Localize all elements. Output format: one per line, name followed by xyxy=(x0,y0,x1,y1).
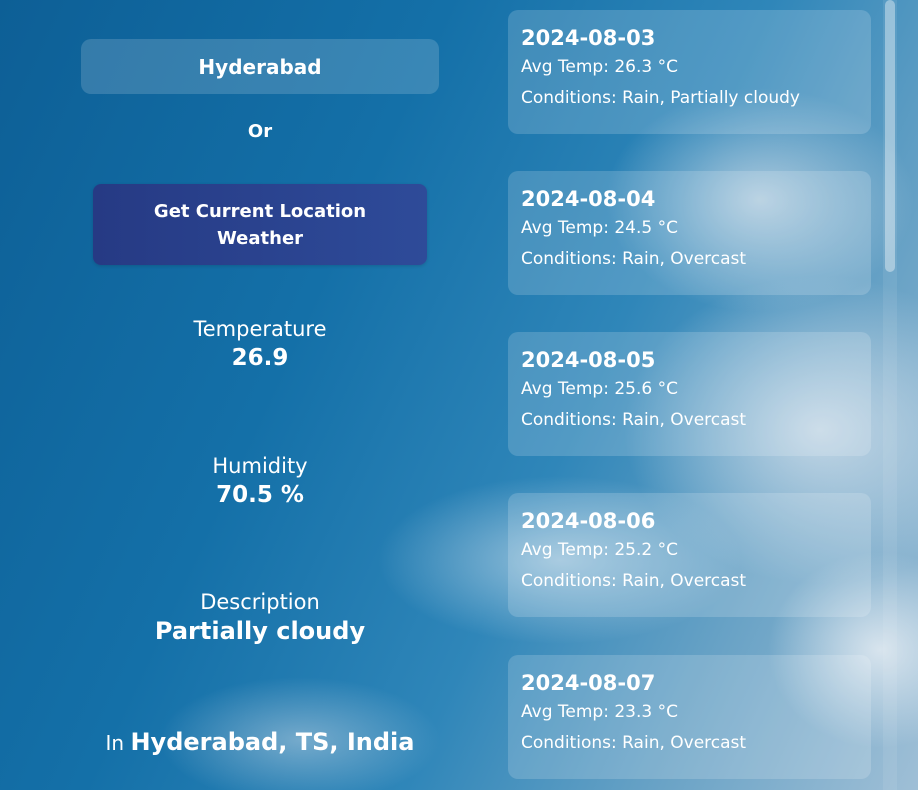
temperature-label: Temperature xyxy=(193,317,327,341)
forecast-avg-temp: Avg Temp: 26.3 °C xyxy=(521,57,678,77)
forecast-avg-temp: Avg Temp: 23.3 °C xyxy=(521,702,678,722)
forecast-conditions: Conditions: Rain, Overcast xyxy=(521,571,747,591)
forecast-avg-temp: Avg Temp: 25.2 °C xyxy=(521,540,678,560)
forecast-avg-temp: Avg Temp: 25.6 °C xyxy=(521,379,678,399)
forecast-card: 2024-08-03 Avg Temp: 26.3 °C Conditions:… xyxy=(508,10,871,134)
scrollbar[interactable] xyxy=(883,0,897,790)
scrollbar-thumb[interactable] xyxy=(885,0,895,272)
current-weather-panel: Hyderabad Or Get Current Location Weathe… xyxy=(0,0,520,790)
forecast-date: 2024-08-04 xyxy=(521,187,656,211)
forecast-conditions: Conditions: Rain, Partially cloudy xyxy=(521,88,800,108)
forecast-card: 2024-08-06 Avg Temp: 25.2 °C Conditions:… xyxy=(508,493,871,617)
location-line: In Hyderabad, TS, India xyxy=(0,724,520,761)
location-name: Hyderabad, TS, India xyxy=(130,728,415,756)
get-current-location-button[interactable]: Get Current Location Weather xyxy=(93,184,427,265)
forecast-conditions: Conditions: Rain, Overcast xyxy=(521,733,747,753)
humidity-value: 70.5 % xyxy=(216,482,304,508)
forecast-conditions: Conditions: Rain, Overcast xyxy=(521,249,747,269)
forecast-date: 2024-08-06 xyxy=(521,509,656,533)
forecast-card: 2024-08-04 Avg Temp: 24.5 °C Conditions:… xyxy=(508,171,871,295)
forecast-date: 2024-08-07 xyxy=(521,671,656,695)
forecast-conditions: Conditions: Rain, Overcast xyxy=(521,410,747,430)
description-block: Description Partially cloudy xyxy=(0,588,520,646)
or-separator: Or xyxy=(247,121,273,142)
humidity-label: Humidity xyxy=(212,454,308,478)
forecast-card: 2024-08-05 Avg Temp: 25.6 °C Conditions:… xyxy=(508,332,871,456)
description-label: Description xyxy=(200,590,320,614)
description-value: Partially cloudy xyxy=(154,617,366,645)
humidity-block: Humidity 70.5 % xyxy=(0,452,520,510)
forecast-avg-temp: Avg Temp: 24.5 °C xyxy=(521,218,678,238)
location-prefix: In xyxy=(105,731,125,755)
forecast-card: 2024-08-07 Avg Temp: 23.3 °C Conditions:… xyxy=(508,655,871,779)
forecast-date: 2024-08-03 xyxy=(521,26,656,50)
city-input[interactable]: Hyderabad xyxy=(81,39,439,94)
temperature-value: 26.9 xyxy=(231,345,289,371)
forecast-date: 2024-08-05 xyxy=(521,348,656,372)
temperature-block: Temperature 26.9 xyxy=(0,315,520,373)
